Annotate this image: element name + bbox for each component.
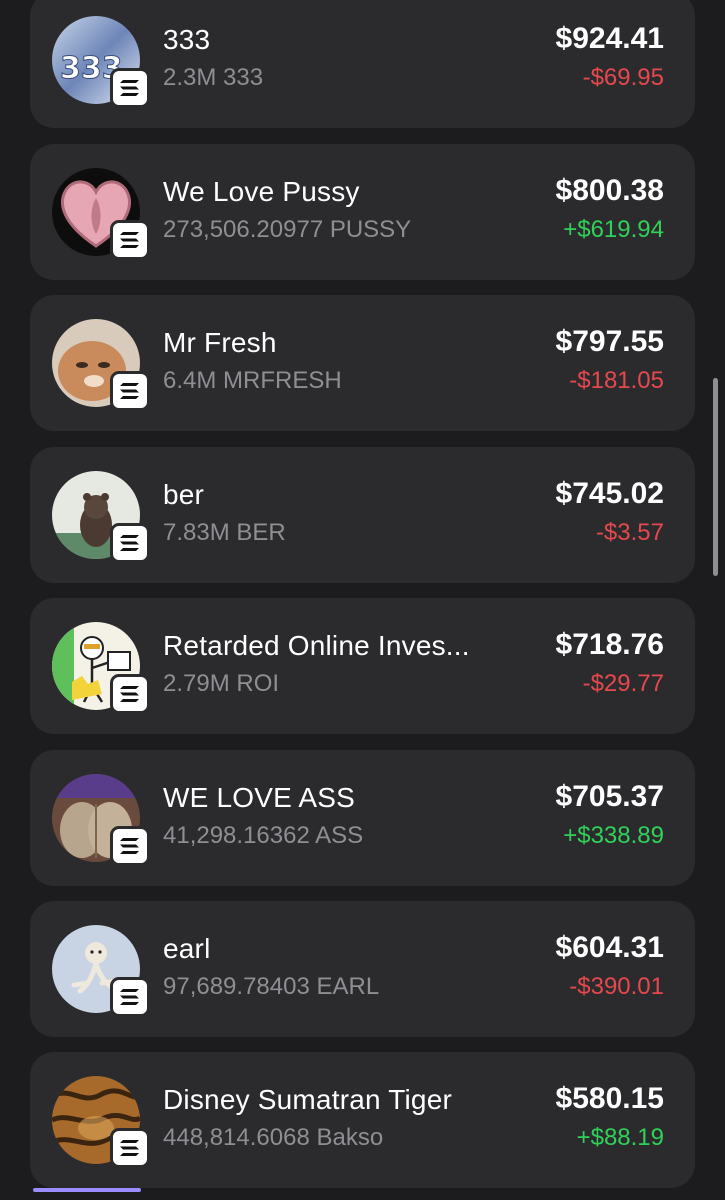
token-name: Disney Sumatran Tiger [163, 1084, 452, 1115]
token-name: earl [163, 933, 211, 964]
token-value: $797.55 [555, 325, 664, 358]
solana-icon [110, 1128, 150, 1168]
token-row-ass[interactable]: WE LOVE ASS 41,298.16362 ASS $705.37 +$3… [30, 750, 695, 886]
scrollbar[interactable] [713, 378, 718, 576]
token-value: $580.15 [555, 1082, 664, 1115]
token-value: $800.38 [555, 174, 664, 207]
token-balance: 7.83M BER [163, 519, 286, 546]
token-name: We Love Pussy [163, 176, 360, 207]
solana-icon [110, 371, 150, 411]
home-indicator[interactable] [33, 1188, 141, 1192]
token-value: $924.41 [555, 22, 664, 55]
token-balance: 273,506.20977 PUSSY [163, 216, 412, 243]
token-change: -$29.77 [582, 670, 664, 697]
token-name: 333 [163, 24, 211, 55]
token-change: +$88.19 [576, 1124, 664, 1151]
token-list: 333 333 2.3M 333 $924.41 -$69.95 We Love… [30, 0, 695, 1200]
token-change: +$619.94 [563, 216, 664, 243]
solana-icon [110, 674, 150, 714]
token-balance: 41,298.16362 ASS [163, 822, 364, 849]
token-balance: 6.4M MRFRESH [163, 367, 342, 394]
token-value: $604.31 [555, 931, 664, 964]
solana-icon [110, 826, 150, 866]
token-name: WE LOVE ASS [163, 782, 356, 813]
token-change: +$338.89 [563, 822, 664, 849]
token-row-roi[interactable]: Retarded Online Inves... 2.79M ROI $718.… [30, 598, 695, 734]
token-row-pussy[interactable]: We Love Pussy 273,506.20977 PUSSY $800.3… [30, 144, 695, 280]
token-change: -$3.57 [595, 519, 664, 546]
token-balance: 448,814.6068 Bakso [163, 1124, 384, 1151]
token-balance: 2.3M 333 [163, 64, 264, 91]
token-row-ber[interactable]: ber 7.83M BER $745.02 -$3.57 [30, 447, 695, 583]
token-balance: 2.79M ROI [163, 670, 280, 697]
token-balance: 97,689.78403 EARL [163, 973, 380, 1000]
token-change: -$390.01 [569, 973, 664, 1000]
token-row-mrfresh[interactable]: Mr Fresh 6.4M MRFRESH $797.55 -$181.05 [30, 295, 695, 431]
token-name: ber [163, 479, 205, 510]
token-value: $718.76 [555, 628, 664, 661]
solana-icon [110, 977, 150, 1017]
token-value: $745.02 [555, 477, 664, 510]
token-row-bakso[interactable]: Disney Sumatran Tiger 448,814.6068 Bakso… [30, 1052, 695, 1188]
token-value: $705.37 [555, 780, 664, 813]
solana-icon [110, 68, 150, 108]
solana-icon [110, 220, 150, 260]
token-name: Mr Fresh [163, 327, 277, 358]
token-row-333[interactable]: 333 333 2.3M 333 $924.41 -$69.95 [30, 0, 695, 128]
token-change: -$69.95 [582, 64, 664, 91]
solana-icon [110, 523, 150, 563]
token-name: Retarded Online Inves... [163, 630, 470, 661]
token-change: -$181.05 [569, 367, 664, 394]
token-row-earl[interactable]: earl 97,689.78403 EARL $604.31 -$390.01 [30, 901, 695, 1037]
